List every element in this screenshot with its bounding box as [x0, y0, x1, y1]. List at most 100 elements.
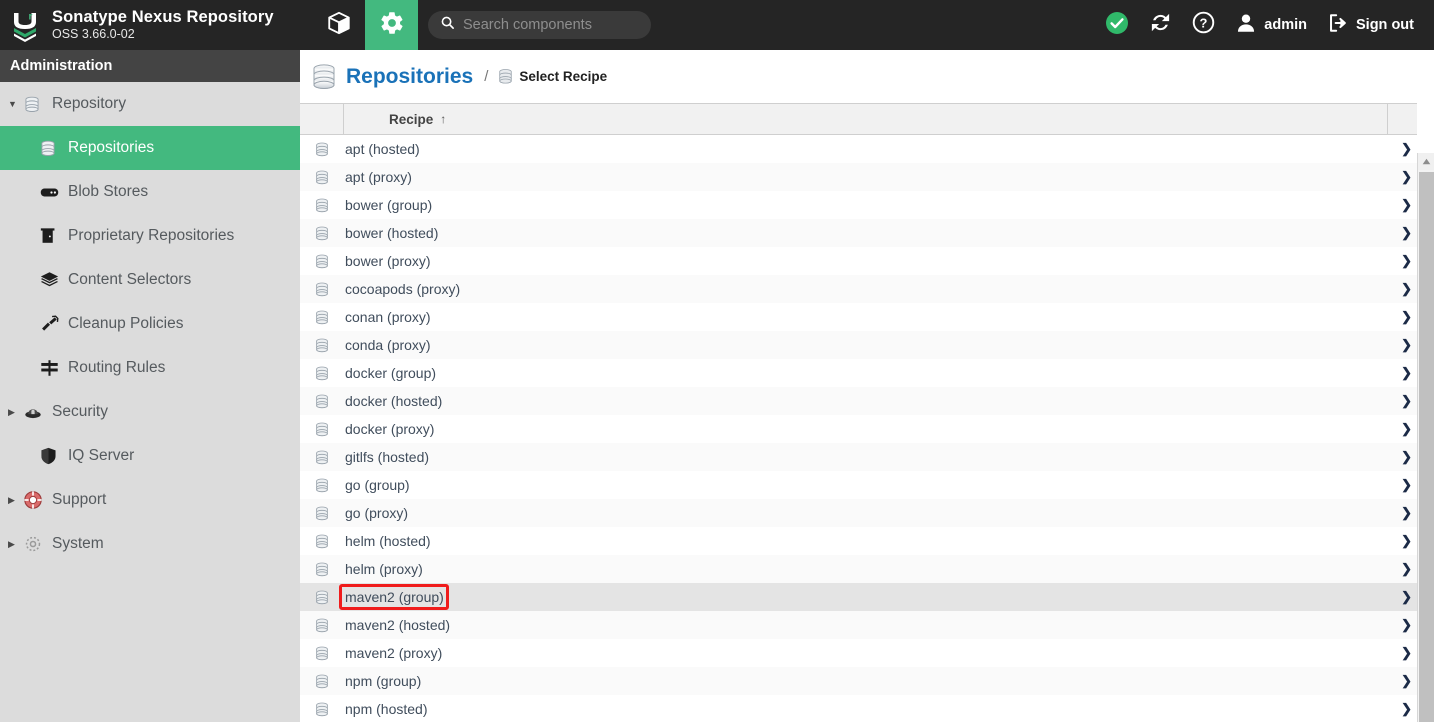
- table-row[interactable]: apt (proxy)❯: [300, 163, 1434, 191]
- table-row[interactable]: maven2 (proxy) ❯: [300, 639, 1434, 667]
- chevron-right-icon[interactable]: ❯: [1401, 303, 1412, 331]
- breadcrumb-current-page: Select Recipe: [519, 69, 607, 84]
- sign-out-icon: [1327, 12, 1349, 39]
- recipe-name: bower (group): [344, 197, 432, 213]
- sidebar-item-repositories[interactable]: Repositories: [0, 126, 300, 170]
- sidebar: Administration ▼ Repository RepositoriesBl…: [0, 50, 300, 722]
- sidebar-item-proprietary-repositories[interactable]: Proprietary Repositories: [0, 214, 300, 258]
- recipe-name: docker (proxy): [344, 421, 434, 437]
- chevron-right-icon[interactable]: ❯: [1401, 191, 1412, 219]
- table-header-row: Recipe ↑: [300, 103, 1434, 135]
- database-icon: [300, 422, 344, 437]
- database-icon: [300, 534, 344, 549]
- sidebar-item-security[interactable]: ▶Security: [0, 390, 300, 434]
- chevron-right-icon[interactable]: ❯: [1401, 695, 1412, 722]
- chevron-right-icon[interactable]: ❯: [1401, 555, 1412, 583]
- chevron-right-icon[interactable]: ❯: [1401, 387, 1412, 415]
- breadcrumb-leaf-database-icon: [498, 68, 513, 85]
- sidebar-item-label: IQ Server: [68, 447, 134, 465]
- chevron-right-icon[interactable]: ❯: [1401, 667, 1412, 695]
- chevron-right-icon[interactable]: ❯: [1401, 415, 1412, 443]
- table-row[interactable]: docker (proxy) ❯: [300, 415, 1434, 443]
- chevron-right-icon[interactable]: ▶: [8, 540, 24, 549]
- table-header-recipe-column[interactable]: Recipe ↑: [344, 104, 1388, 134]
- chevron-right-icon[interactable]: ❯: [1401, 583, 1412, 611]
- table-row[interactable]: helm (hosted)❯: [300, 527, 1434, 555]
- table-row[interactable]: npm (hosted)❯: [300, 695, 1434, 722]
- database-icon: [300, 142, 344, 157]
- recipe-name: apt (hosted): [344, 141, 420, 157]
- scrollbar-thumb[interactable]: [1419, 172, 1434, 722]
- chevron-right-icon[interactable]: ❯: [1401, 471, 1412, 499]
- chevron-right-icon[interactable]: ❯: [1401, 611, 1412, 639]
- sidebar-title: Administration: [0, 50, 300, 82]
- chevron-right-icon[interactable]: ❯: [1401, 135, 1412, 163]
- sidebar-item-support[interactable]: ▶Support: [0, 478, 300, 522]
- table-header-icon-column[interactable]: [300, 104, 344, 134]
- chevron-right-icon[interactable]: ❯: [1401, 359, 1412, 387]
- search-input[interactable]: Search components: [463, 17, 592, 33]
- sidebar-item-iq-server[interactable]: IQ Server: [0, 434, 300, 478]
- database-icon: [24, 96, 50, 113]
- recipe-name: conan (proxy): [344, 309, 431, 325]
- gear-icon: [24, 535, 50, 553]
- table-header-recipe-label: Recipe: [389, 112, 433, 127]
- sidebar-item-content-selectors[interactable]: Content Selectors: [0, 258, 300, 302]
- chevron-right-icon[interactable]: ▶: [8, 496, 24, 505]
- table-row[interactable]: bower (group) ❯: [300, 191, 1434, 219]
- table-row[interactable]: go (group)❯: [300, 471, 1434, 499]
- sidebar-item-routing-rules[interactable]: Routing Rules: [0, 346, 300, 390]
- database-icon: [300, 646, 344, 661]
- health-status-button[interactable]: [1095, 0, 1139, 50]
- chevron-right-icon[interactable]: ❯: [1401, 443, 1412, 471]
- table-row[interactable]: conda (proxy)❯: [300, 331, 1434, 359]
- user-menu-button[interactable]: admin: [1225, 0, 1317, 50]
- table-row[interactable]: cocoapods (proxy)❯: [300, 275, 1434, 303]
- table-row[interactable]: maven2 (hosted)❯: [300, 611, 1434, 639]
- help-button[interactable]: ?: [1182, 0, 1225, 50]
- breadcrumb-root-link[interactable]: Repositories: [346, 65, 473, 89]
- table-row[interactable]: bower (hosted)❯: [300, 219, 1434, 247]
- sidebar-item-system[interactable]: ▶System: [0, 522, 300, 566]
- vertical-scrollbar[interactable]: [1417, 153, 1434, 722]
- browse-tab[interactable]: [312, 0, 365, 50]
- chevron-down-icon[interactable]: ▼: [8, 100, 24, 109]
- chevron-right-icon[interactable]: ❯: [1401, 163, 1412, 191]
- table-row[interactable]: docker (group)❯: [300, 359, 1434, 387]
- chevron-right-icon[interactable]: ❯: [1401, 247, 1412, 275]
- sidebar-item-blob-stores[interactable]: Blob Stores: [0, 170, 300, 214]
- table-row[interactable]: apt (hosted) ❯: [300, 135, 1434, 163]
- database-icon: [300, 282, 344, 297]
- chevron-right-icon[interactable]: ❯: [1401, 639, 1412, 667]
- scrollbar-up-button[interactable]: [1418, 153, 1434, 170]
- sidebar-item-label: Content Selectors: [68, 271, 191, 289]
- table-row[interactable]: helm (proxy)❯: [300, 555, 1434, 583]
- table-row[interactable]: npm (group)❯: [300, 667, 1434, 695]
- chevron-right-icon[interactable]: ❯: [1401, 275, 1412, 303]
- table-row[interactable]: gitlfs (hosted)❯: [300, 443, 1434, 471]
- sidebar-item-repository[interactable]: ▼ Repository: [0, 82, 300, 126]
- sidebar-item-label: Repository: [52, 95, 126, 113]
- search-box[interactable]: Search components: [428, 11, 651, 39]
- chevron-right-icon[interactable]: ❯: [1401, 219, 1412, 247]
- brand-logo-area[interactable]: r Sonatype Nexus Repository OSS 3.66.0-0…: [0, 0, 300, 50]
- table-row[interactable]: bower (proxy)❯: [300, 247, 1434, 275]
- table-row[interactable]: docker (hosted)❯: [300, 387, 1434, 415]
- table-row[interactable]: go (proxy) ❯: [300, 499, 1434, 527]
- recipe-name: go (proxy): [344, 505, 408, 521]
- administration-tab[interactable]: [365, 0, 418, 50]
- chevron-right-icon[interactable]: ❯: [1401, 499, 1412, 527]
- brand-text: Sonatype Nexus Repository OSS 3.66.0-02: [52, 9, 274, 40]
- header-tabs: [312, 0, 418, 50]
- chevron-right-icon[interactable]: ❯: [1401, 527, 1412, 555]
- chevron-right-icon[interactable]: ▶: [8, 408, 24, 417]
- table-row[interactable]: maven2 (group)❯: [300, 583, 1434, 611]
- refresh-button[interactable]: [1139, 0, 1182, 50]
- sign-out-button[interactable]: Sign out: [1317, 0, 1420, 50]
- sidebar-item-cleanup-policies[interactable]: Cleanup Policies: [0, 302, 300, 346]
- recipe-name: maven2 (proxy): [344, 645, 442, 661]
- database-icon: [300, 702, 344, 717]
- table-row[interactable]: conan (proxy) ❯: [300, 303, 1434, 331]
- database-icon: [300, 338, 344, 353]
- chevron-right-icon[interactable]: ❯: [1401, 331, 1412, 359]
